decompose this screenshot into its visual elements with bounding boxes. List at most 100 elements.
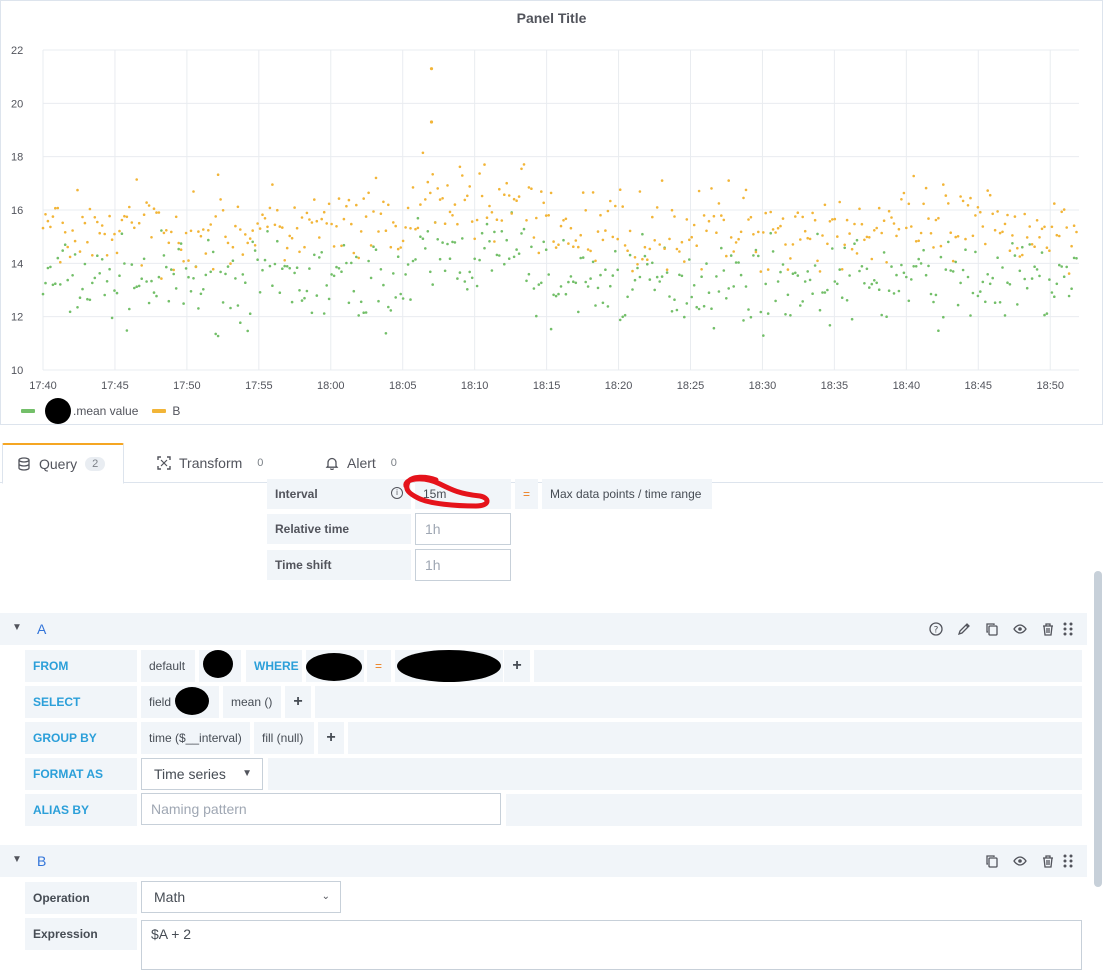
data-point: [209, 270, 212, 274]
data-point: [974, 250, 977, 254]
y-tick-label: 14: [11, 258, 23, 270]
data-point: [922, 248, 925, 252]
alias-input[interactable]: Naming pattern: [141, 793, 501, 825]
data-point: [315, 294, 319, 297]
data-point: [636, 266, 639, 270]
select-function[interactable]: mean (): [223, 686, 281, 718]
data-point: [115, 251, 119, 255]
data-point: [609, 284, 612, 288]
data-point: [325, 222, 329, 225]
data-point: [207, 229, 210, 232]
data-point: [187, 259, 190, 262]
chevron-down-icon[interactable]: ▼: [12, 854, 22, 865]
data-point: [875, 226, 878, 230]
x-tick-label: 18:00: [317, 380, 345, 392]
data-point: [411, 259, 415, 263]
data-point: [68, 255, 72, 259]
bell-icon: [325, 457, 339, 470]
relative-time-input[interactable]: 1h: [415, 513, 511, 545]
data-point: [660, 275, 664, 278]
drag-handle-icon[interactable]: [1062, 621, 1074, 640]
data-point: [562, 238, 565, 242]
data-point: [552, 293, 555, 297]
data-point: [411, 186, 415, 189]
query-a-header[interactable]: ▼ A ?: [0, 613, 1087, 645]
data-point: [569, 275, 573, 278]
data-point: [855, 252, 859, 255]
legend-item-b[interactable]: B: [172, 404, 180, 418]
panel-title[interactable]: Panel Title: [1, 10, 1102, 26]
data-point: [685, 218, 689, 221]
data-point: [700, 275, 703, 279]
data-point: [463, 198, 467, 202]
data-point: [295, 266, 299, 270]
add-where-button[interactable]: +: [504, 650, 530, 682]
groupby-fill[interactable]: fill (null): [254, 722, 314, 754]
x-tick-label: 18:05: [389, 380, 417, 392]
add-groupby-button[interactable]: +: [318, 722, 344, 754]
data-point: [653, 288, 656, 292]
duplicate-icon[interactable]: [984, 621, 1000, 637]
data-point: [520, 167, 523, 171]
data-point: [399, 292, 403, 296]
data-point: [475, 218, 479, 222]
data-point: [184, 267, 188, 270]
tab-transform[interactable]: Transform 0: [143, 443, 284, 483]
data-point: [838, 200, 841, 204]
data-point: [466, 194, 469, 198]
data-point: [951, 259, 955, 263]
data-point: [199, 292, 203, 296]
format-select[interactable]: Time series ▼: [141, 758, 263, 790]
data-point: [675, 247, 679, 251]
data-point: [56, 256, 60, 260]
data-point: [1055, 282, 1059, 286]
data-point: [105, 254, 109, 257]
data-point: [214, 332, 217, 336]
operation-select[interactable]: Math ⌄: [141, 881, 341, 913]
time-shift-input[interactable]: 1h: [415, 549, 511, 581]
chevron-down-icon[interactable]: ▼: [12, 622, 22, 633]
eye-icon[interactable]: [1012, 853, 1028, 869]
data-point: [614, 249, 617, 253]
data-point: [808, 237, 812, 241]
data-point: [113, 232, 116, 236]
trash-icon[interactable]: [1040, 621, 1056, 637]
data-point: [394, 296, 398, 299]
data-point: [211, 267, 215, 271]
data-point: [954, 260, 957, 264]
data-point: [976, 206, 980, 209]
help-icon[interactable]: ?: [928, 621, 944, 637]
query-b-header[interactable]: ▼ B: [0, 845, 1087, 877]
data-point: [448, 257, 452, 261]
data-point: [451, 214, 454, 217]
data-point: [359, 230, 363, 233]
pencil-icon[interactable]: [956, 621, 972, 637]
query-b-name[interactable]: B: [37, 853, 46, 869]
data-point: [530, 187, 533, 190]
data-point: [1021, 245, 1024, 249]
data-point: [984, 242, 987, 246]
data-point: [140, 277, 143, 281]
from-policy[interactable]: default: [141, 650, 195, 682]
add-select-button[interactable]: +: [285, 686, 311, 718]
duplicate-icon[interactable]: [984, 853, 1000, 869]
scrollbar[interactable]: [1094, 571, 1102, 887]
drag-handle-icon[interactable]: [1062, 853, 1074, 872]
legend-item-mean[interactable]: .mean value: [73, 404, 138, 418]
where-operator[interactable]: =: [367, 650, 391, 682]
data-point: [1016, 246, 1019, 250]
eye-icon[interactable]: [1012, 621, 1028, 637]
query-a-name[interactable]: A: [37, 621, 46, 637]
alias-keyword: ALIAS BY: [25, 794, 137, 826]
data-point: [347, 301, 351, 305]
data-point: [103, 232, 106, 236]
data-point: [762, 231, 765, 234]
groupby-time[interactable]: time ($__interval): [141, 722, 250, 754]
tab-query[interactable]: Query 2: [2, 443, 124, 484]
data-point: [268, 264, 272, 268]
trash-icon[interactable]: [1040, 853, 1056, 869]
data-point: [789, 314, 792, 317]
data-point: [1030, 243, 1034, 246]
data-point: [744, 285, 748, 288]
data-point: [641, 257, 644, 261]
